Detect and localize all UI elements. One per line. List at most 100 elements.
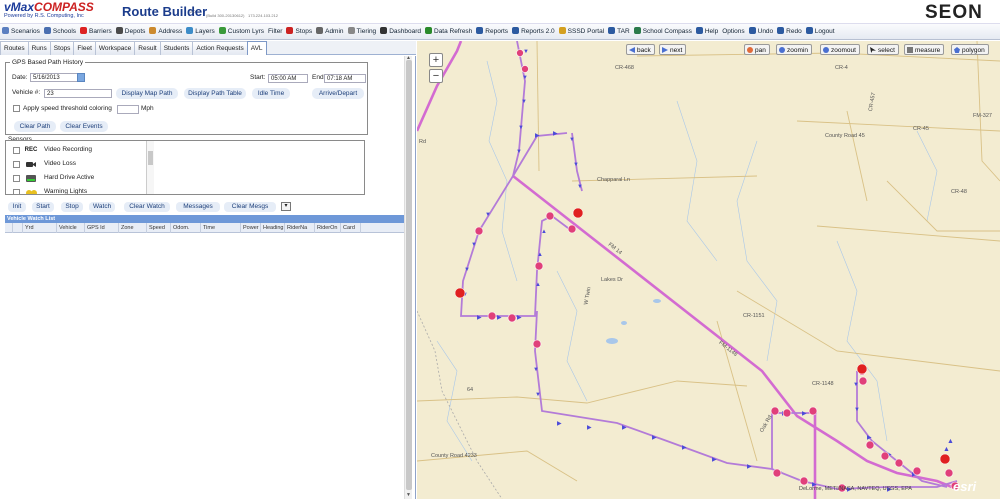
back-button[interactable]: back [626,44,655,55]
seon-logo: SEON [925,2,983,23]
tab-routes[interactable]: Routes [0,41,29,55]
calendar-icon[interactable] [77,73,85,82]
column-header[interactable] [13,223,23,233]
tab-avl[interactable]: AVL [246,41,267,55]
custom-layers-icon [218,27,226,34]
menu-schools[interactable]: Schools [42,24,78,39]
road-label: 64 [467,387,474,393]
tab-action-requests[interactable]: Action Requests [192,41,248,55]
zoomout-tool-button[interactable]: zoomout [820,44,860,55]
sensor-checkbox-video-recording[interactable] [13,147,20,154]
pan-tool-button[interactable]: pan [744,44,770,55]
tab-runs[interactable]: Runs [27,41,51,55]
end-time-input[interactable]: 07:18 AM [324,74,366,83]
display-path-table-button[interactable]: Display Path Table [184,88,246,99]
menu-label: Options [722,28,745,35]
tab-workspace[interactable]: Workspace [94,41,136,55]
menu-reports-2-0[interactable]: Reports 2.0 [510,24,557,39]
column-header[interactable]: RiderNa [285,223,315,233]
messages-button[interactable]: Messages [176,202,220,212]
sensors-scrollbar[interactable] [146,141,154,194]
menu-logout[interactable]: Logout [804,24,837,39]
vehicle-input[interactable]: 23 [44,89,112,98]
polygon-tool-button[interactable]: polygon [951,44,989,55]
map-view[interactable]: ▼▼▼▼▼ ▶▶▼▼▼ ▼▼▼▼ ▶▶▶ ▲▲▲ ▼▼▶▶ ▶▶▶▶ ▶▶▶▶▶… [417,41,1000,499]
speed-threshold-input[interactable] [117,105,139,114]
watch-button[interactable]: Watch [89,202,115,212]
column-header[interactable]: Card [341,223,361,233]
left-panel-scrollbar[interactable]: ▲ ▼ [404,55,412,499]
menu-options[interactable]: Options [720,24,746,39]
sensor-checkbox-warning-lights[interactable] [13,189,20,194]
zoomin-icon [779,47,785,53]
map-zoom-in-button[interactable]: + [429,53,443,67]
column-header[interactable]: Speed [147,223,171,233]
menu-layers[interactable]: Layers [184,24,217,39]
start-time-input[interactable]: 05:00 AM [268,74,308,83]
menu-sssd-portal[interactable]: SSSD Portal [557,24,607,39]
menu-tar[interactable]: TAR [606,24,632,39]
column-header[interactable]: Power [241,223,261,233]
next-button[interactable]: next [659,44,687,55]
column-header[interactable]: RiderOn [315,223,341,233]
sensor-checkbox-hard-drive[interactable] [13,175,20,182]
clear-path-button[interactable]: Clear Path [14,121,56,132]
menu-depots[interactable]: Depots [114,24,148,39]
road-label: CR-1151 [743,313,765,319]
tab-fleet[interactable]: Fleet [73,41,96,55]
svg-text:▼: ▼ [854,407,860,413]
date-input[interactable]: 5/16/2013 [30,73,82,82]
highway-routes [417,41,958,499]
speed-threshold-checkbox[interactable] [13,105,20,112]
menu-school-compass[interactable]: School Compass [632,24,694,39]
menu-barriers[interactable]: Barriers [78,24,114,39]
display-map-path-button[interactable]: Display Map Path [116,88,178,99]
menu-tiering[interactable]: Tiering [346,24,379,39]
road-label: CR-45 [913,126,929,132]
map-canvas[interactable]: ▼▼▼▼▼ ▶▶▼▼▼ ▼▼▼▼ ▶▶▶ ▲▲▲ ▼▼▶▶ ▶▶▶▶ ▶▶▶▶▶… [417,41,1000,499]
clear-mesgs-button[interactable]: Clear Mesgs [224,202,276,212]
sensor-checkbox-video-loss[interactable] [13,161,20,168]
select-label: select [878,47,895,54]
svg-text:▼: ▼ [471,242,477,248]
menu-custom-lyrs[interactable]: Custom Lyrs [217,24,266,39]
tab-students[interactable]: Students [159,41,194,55]
column-header[interactable]: Heading [261,223,285,233]
map-zoom-out-button[interactable]: − [429,69,443,83]
column-header[interactable]: Zone [119,223,147,233]
column-header[interactable] [5,223,13,233]
column-header[interactable]: Vehicle [57,223,85,233]
measure-tool-button[interactable]: measure [904,44,945,55]
left-panel-scroll-thumb[interactable] [406,60,412,490]
clear-watch-button[interactable]: Clear Watch [124,202,170,212]
column-header[interactable]: Yrd [23,223,57,233]
start-button[interactable]: Start [32,202,54,212]
tab-stops[interactable]: Stops [49,41,75,55]
select-tool-button[interactable]: select [867,44,899,55]
menu-stops[interactable]: Stops [284,24,314,39]
menu-address[interactable]: Address [147,24,184,39]
clear-events-button[interactable]: Clear Events [60,121,108,132]
menu-filter[interactable]: Filter [266,24,284,39]
arrive-depart-button[interactable]: Arrive/Depart [312,88,364,99]
menu-reports[interactable]: Reports [474,24,510,39]
sensors-scroll-thumb[interactable] [148,151,153,165]
column-header[interactable]: GPS Id [85,223,119,233]
stop-button[interactable]: Stop [61,202,83,212]
menu-redo[interactable]: Redo [775,24,804,39]
watch-dropdown-arrow[interactable]: ▾ [281,202,291,211]
menu-label: Address [158,28,183,35]
menu-admin[interactable]: Admin [314,24,345,39]
menu-undo[interactable]: Undo [747,24,776,39]
init-button[interactable]: Init [8,202,26,212]
menu-dashboard[interactable]: Dashboard [378,24,423,39]
scroll-down-arrow[interactable]: ▼ [406,492,411,498]
zoomin-tool-button[interactable]: zoomin [776,44,812,55]
column-header[interactable]: Odom. [171,223,201,233]
column-header[interactable]: Time [201,223,241,233]
tab-result[interactable]: Result [134,41,161,55]
idle-time-button[interactable]: Idle Time [252,88,290,99]
menu-scenarios[interactable]: Scenarios [0,24,42,39]
menu-data-refresh[interactable]: Data Refresh [423,24,474,39]
menu-help[interactable]: Help [694,24,720,39]
